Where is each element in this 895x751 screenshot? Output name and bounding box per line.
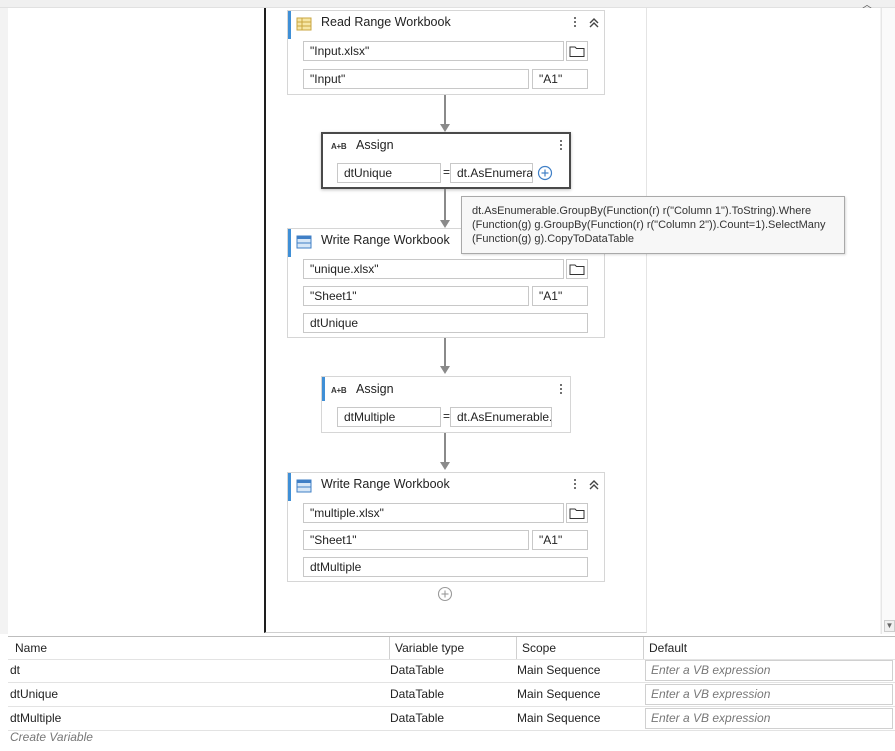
activity-title: Write Range Workbook (321, 477, 450, 491)
assign-icon: A+B (331, 386, 347, 395)
datatable-field[interactable]: dtUnique (303, 313, 588, 333)
excel-write-icon (296, 235, 312, 249)
excel-read-icon (296, 17, 312, 31)
variable-scope[interactable]: Main Sequence (517, 707, 600, 730)
column-divider (389, 637, 390, 659)
activity-title: Assign (356, 382, 394, 396)
vertical-scrollbar[interactable] (881, 8, 895, 634)
folder-icon[interactable] (566, 259, 588, 279)
assign-activity-dtunique[interactable]: A+B Assign dtUnique = dt.AsEnumerat (321, 132, 571, 189)
expression-tooltip: dt.AsEnumerable.GroupBy(Function(r) r("C… (461, 196, 845, 254)
tooltip-line: (Function(g) g).CopyToDataTable (472, 233, 635, 245)
create-variable-link[interactable]: Create Variable (10, 730, 93, 744)
row-divider (8, 682, 895, 683)
activity-title: Write Range Workbook (321, 233, 450, 247)
read-range-workbook-activity[interactable]: Read Range Workbook "Input.xlsx" "Input"… (287, 10, 605, 95)
connector-line (444, 433, 446, 463)
variable-type[interactable]: DataTable (390, 707, 444, 730)
sheet-name-field[interactable]: "Sheet1" (303, 530, 529, 550)
equals-sign: = (443, 409, 451, 423)
kebab-menu-icon[interactable] (571, 15, 579, 31)
connector-arrowhead (440, 220, 450, 228)
kebab-menu-icon[interactable] (557, 138, 565, 154)
chevron-up-icon[interactable] (588, 17, 600, 29)
datatable-field[interactable]: dtMultiple (303, 557, 588, 577)
connector-arrowhead (440, 462, 450, 470)
add-circle-icon[interactable] (437, 586, 453, 602)
assign-activity-dtmultiple[interactable]: A+B Assign dtMultiple = dt.AsEnumerable.… (321, 376, 571, 433)
write-range-workbook-multiple-activity[interactable]: Write Range Workbook "multiple.xlsx" "Sh… (287, 472, 605, 582)
variable-type[interactable]: DataTable (390, 683, 444, 706)
column-header-default[interactable]: Default (649, 637, 687, 660)
activity-title: Read Range Workbook (321, 15, 451, 29)
variable-name[interactable]: dt (10, 659, 20, 682)
variable-default-input[interactable]: Enter a VB expression (645, 708, 893, 729)
workbook-path-field[interactable]: "unique.xlsx" (303, 259, 564, 279)
assign-value-field[interactable]: dt.AsEnumerable.C (450, 407, 552, 427)
column-divider (643, 637, 644, 659)
workbook-path-field[interactable]: "multiple.xlsx" (303, 503, 564, 523)
variables-panel: Name Variable type Scope Default dt Data… (8, 636, 895, 751)
column-divider (516, 637, 517, 659)
variable-name[interactable]: dtUnique (10, 683, 58, 706)
kebab-menu-icon[interactable] (557, 382, 565, 398)
assign-to-field[interactable]: dtMultiple (337, 407, 441, 427)
connector-line (444, 95, 446, 125)
scroll-down-icon[interactable]: ▼ (884, 620, 895, 632)
expression-editor-icon[interactable] (537, 165, 553, 181)
activity-title: Assign (356, 138, 394, 152)
range-field[interactable]: "A1" (532, 530, 588, 550)
assign-to-field[interactable]: dtUnique (337, 163, 441, 183)
variable-type[interactable]: DataTable (390, 659, 444, 682)
variable-scope[interactable]: Main Sequence (517, 683, 600, 706)
connector-line (444, 189, 446, 221)
sheet-name-field[interactable]: "Input" (303, 69, 529, 89)
tooltip-line: dt.AsEnumerable.GroupBy(Function(r) r("C… (472, 205, 812, 217)
variable-name[interactable]: dtMultiple (10, 707, 61, 730)
folder-icon[interactable] (566, 503, 588, 523)
sheet-name-field[interactable]: "Sheet1" (303, 286, 529, 306)
variable-scope[interactable]: Main Sequence (517, 659, 600, 682)
column-header-type[interactable]: Variable type (395, 637, 464, 660)
activity-accent-bar (322, 377, 325, 401)
workbook-path-field[interactable]: "Input.xlsx" (303, 41, 564, 61)
excel-write-icon (296, 479, 312, 493)
range-field[interactable]: "A1" (532, 286, 588, 306)
chevron-up-icon[interactable] (588, 479, 600, 491)
folder-icon[interactable] (566, 41, 588, 61)
column-header-name[interactable]: Name (15, 637, 47, 660)
activity-accent-bar (288, 11, 291, 39)
activity-accent-bar (288, 473, 291, 501)
variable-default-input[interactable]: Enter a VB expression (645, 684, 893, 705)
connector-arrowhead (440, 124, 450, 132)
designer-canvas: Read Range Workbook "Input.xlsx" "Input"… (8, 8, 880, 634)
range-field[interactable]: "A1" (532, 69, 588, 89)
top-toolbar-edge (0, 0, 895, 8)
connector-arrowhead (440, 366, 450, 374)
row-divider (8, 706, 895, 707)
variable-default-input[interactable]: Enter a VB expression (645, 660, 893, 681)
assign-value-field[interactable]: dt.AsEnumerat (450, 163, 533, 183)
row-divider (8, 730, 895, 731)
connector-line (444, 338, 446, 367)
tooltip-line: (Function(g) g.GroupBy(Function(r) r("Co… (472, 219, 826, 231)
equals-sign: = (443, 165, 451, 179)
assign-icon: A+B (331, 142, 347, 151)
column-header-scope[interactable]: Scope (522, 637, 556, 660)
activity-accent-bar (288, 229, 291, 257)
kebab-menu-icon[interactable] (571, 477, 579, 493)
